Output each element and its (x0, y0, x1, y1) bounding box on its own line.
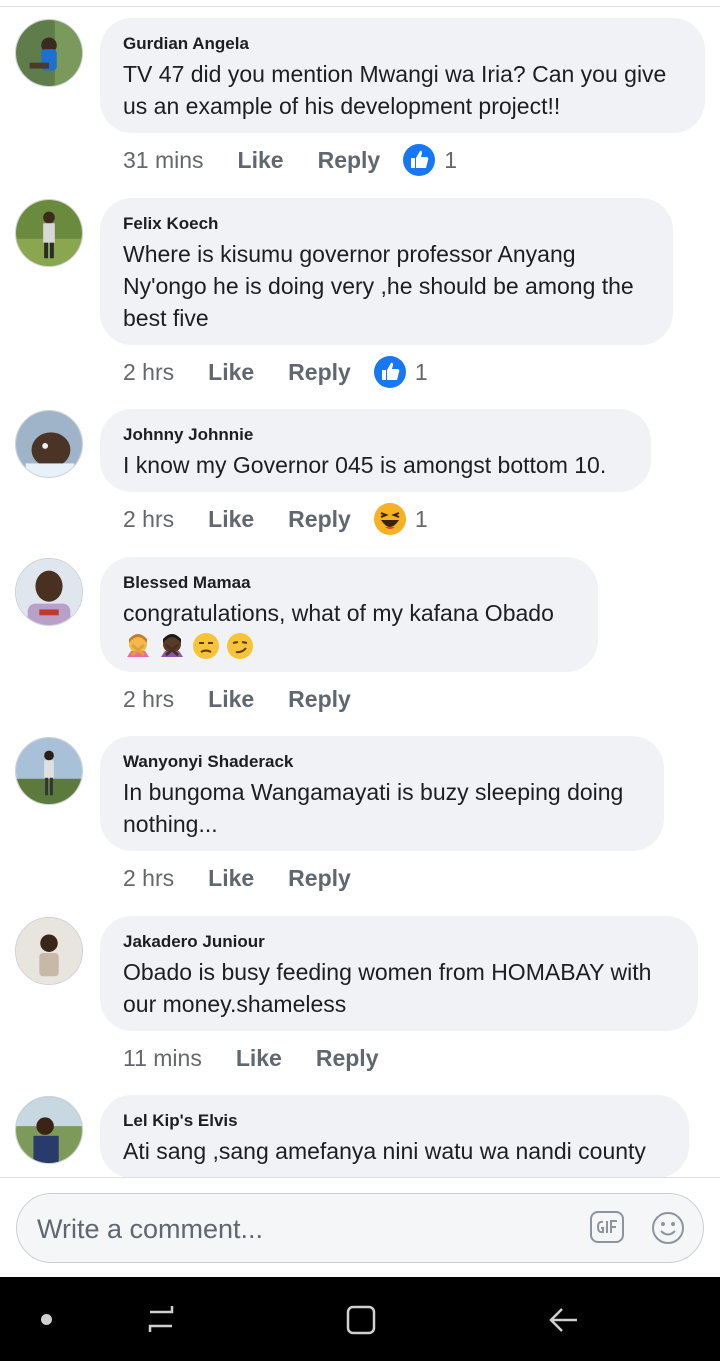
comment-author[interactable]: Wanyonyi Shaderack (123, 752, 642, 772)
comment-text: TV 47 did you mention Mwangi wa Iria? Ca… (123, 61, 667, 119)
like-button[interactable]: Like (208, 359, 254, 386)
comment-bubble: Blessed Mamaa congratulations, what of m… (100, 557, 598, 672)
comment-actions: 2 hrs Like Reply 1 (123, 355, 428, 389)
haha-reaction-icon (373, 503, 406, 535)
comments-list[interactable]: Gurdian Angela TV 47 did you mention Mwa… (0, 0, 720, 1177)
comment-author[interactable]: Lel Kip's Elvis (123, 1111, 667, 1131)
comment-time[interactable]: 2 hrs (123, 359, 174, 386)
comment-author[interactable]: Felix Koech (123, 214, 651, 234)
comment-bubble: Felix Koech Where is kisumu governor pro… (100, 198, 673, 345)
woman-gesturing-no-icon (127, 634, 149, 657)
avatar[interactable] (15, 917, 83, 985)
comment-emojis (123, 631, 576, 661)
reaction-count: 1 (414, 358, 428, 385)
comment-bubble: Jakadero Juniour Obado is busy feeding w… (100, 916, 698, 1031)
like-reaction-icon (403, 144, 436, 176)
smirking-face-icon (227, 633, 253, 659)
nav-dot-icon[interactable] (41, 1314, 52, 1325)
like-button[interactable]: Like (208, 506, 254, 533)
reaction-summary[interactable]: 1 (373, 502, 428, 536)
like-reaction-icon (373, 356, 406, 388)
comment-time[interactable]: 11 mins (123, 1045, 202, 1072)
comment-composer (16, 1193, 704, 1263)
comment-author[interactable]: Gurdian Angela (123, 34, 683, 54)
gif-icon[interactable] (589, 1210, 625, 1244)
comment-text: Where is kisumu governor professor Anyan… (123, 241, 634, 331)
comment-composer-bar (0, 1177, 720, 1278)
comment-bubble: Johnny Johnnie I know my Governor 045 is… (100, 409, 651, 492)
system-navigation-bar (0, 1277, 720, 1361)
reaction-summary[interactable]: 1 (402, 143, 457, 177)
comment-text: congratulations, what of my kafana Obado (123, 600, 554, 626)
avatar[interactable] (15, 19, 83, 87)
reply-button[interactable]: Reply (316, 1045, 379, 1072)
comment-time[interactable]: 2 hrs (123, 686, 174, 713)
reply-button[interactable]: Reply (288, 686, 351, 713)
comment-author[interactable]: Blessed Mamaa (123, 573, 576, 593)
comment-input[interactable] (35, 1208, 579, 1250)
recent-apps-icon[interactable] (144, 1302, 178, 1336)
comment-actions: 31 mins Like Reply 1 (123, 143, 457, 177)
comment-author[interactable]: Jakadero Juniour (123, 932, 676, 952)
like-button[interactable]: Like (236, 1045, 282, 1072)
like-button[interactable]: Like (208, 865, 254, 892)
comment-bubble: Gurdian Angela TV 47 did you mention Mwa… (100, 18, 705, 133)
avatar[interactable] (15, 558, 83, 626)
avatar[interactable] (15, 1096, 83, 1164)
comment-actions: 11 mins Like Reply (123, 1041, 379, 1075)
reply-button[interactable]: Reply (318, 147, 381, 174)
reply-button[interactable]: Reply (288, 865, 351, 892)
comment-text: In bungoma Wangamayati is buzy sleeping … (123, 779, 624, 837)
comment-text: Ati sang ,sang amefanya nini watu wa nan… (123, 1138, 646, 1164)
comment-time[interactable]: 31 mins (123, 147, 204, 174)
home-icon[interactable] (344, 1303, 378, 1337)
comment-time[interactable]: 2 hrs (123, 865, 174, 892)
reaction-count: 1 (414, 505, 428, 532)
smiley-icon[interactable] (650, 1210, 686, 1246)
like-button[interactable]: Like (238, 147, 284, 174)
comment-text: I know my Governor 045 is amongst bottom… (123, 452, 607, 478)
comment-actions: 2 hrs Like Reply (123, 682, 351, 716)
avatar[interactable] (15, 199, 83, 267)
back-icon[interactable] (546, 1303, 580, 1337)
reaction-count: 1 (444, 146, 458, 173)
woman-gesturing-no-dark-icon (161, 634, 183, 657)
avatar[interactable] (15, 737, 83, 805)
reply-button[interactable]: Reply (288, 506, 351, 533)
reply-button[interactable]: Reply (288, 359, 351, 386)
comment-text: Obado is busy feeding women from HOMABAY… (123, 959, 652, 1017)
reaction-summary[interactable]: 1 (373, 355, 428, 389)
comment-bubble: Wanyonyi Shaderack In bungoma Wangamayat… (100, 736, 664, 851)
avatar[interactable] (15, 410, 83, 478)
like-button[interactable]: Like (208, 686, 254, 713)
comment-bubble: Lel Kip's Elvis Ati sang ,sang amefanya … (100, 1095, 689, 1177)
unamused-face-icon (193, 633, 219, 659)
comment-actions: 2 hrs Like Reply (123, 861, 351, 895)
comment-time[interactable]: 2 hrs (123, 506, 174, 533)
comment-actions: 2 hrs Like Reply 1 (123, 502, 428, 536)
comment-author[interactable]: Johnny Johnnie (123, 425, 629, 445)
